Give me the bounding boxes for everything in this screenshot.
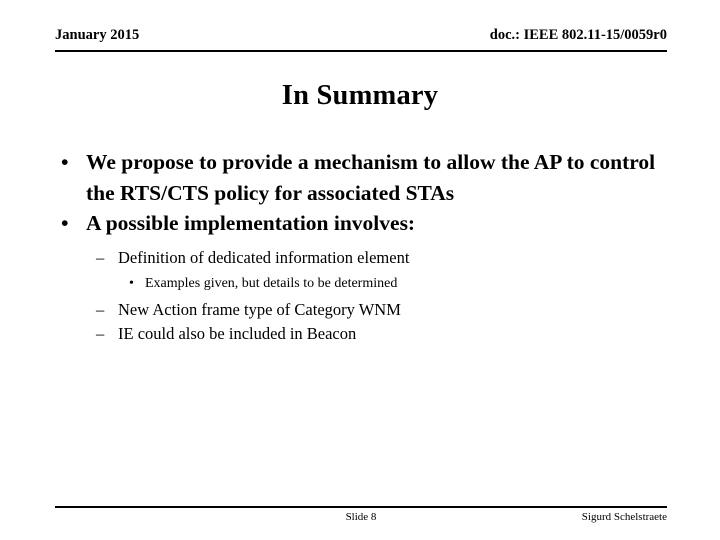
header-document-id: doc.: IEEE 802.11-15/0059r0 <box>489 27 667 43</box>
bullet-level1-propose: • We propose to provide a mechanism to a… <box>55 147 665 208</box>
bullet-level2-beacon-text: IE could also be included in Beacon <box>118 324 357 344</box>
footer-divider <box>55 506 667 508</box>
bullet-level2-beacon: – IE could also be included in Beacon <box>55 322 665 346</box>
bullet-level1-propose-text: We propose to provide a mechanism to all… <box>86 150 656 205</box>
bullet-level1-implementation-text: A possible implementation involves: <box>86 211 416 236</box>
header-date: January 2015 <box>55 27 140 43</box>
bullet-level2-action-frame-text: New Action frame type of Category WNM <box>118 300 401 320</box>
slide-body: • We propose to provide a mechanism to a… <box>55 147 665 346</box>
bullet-dot-icon: • <box>61 211 69 236</box>
bullet-level2-action-frame: – New Action frame type of Category WNM <box>55 298 665 322</box>
bullet-dash-icon: – <box>96 300 105 320</box>
slide-header: January 2015 doc.: IEEE 802.11-15/0059r0 <box>55 27 667 52</box>
header-row: January 2015 doc.: IEEE 802.11-15/0059r0 <box>55 27 667 44</box>
bullet-level3-examples-text: Examples given, but details to be determ… <box>145 276 398 292</box>
bullet-level1-implementation: • A possible implementation involves: <box>55 208 665 239</box>
page-title: In Summary <box>281 80 439 111</box>
slide-footer: Slide 8 Sigurd Schelstraete <box>55 510 667 528</box>
bullet-dash-icon: – <box>96 324 105 344</box>
slide: January 2015 doc.: IEEE 802.11-15/0059r0… <box>0 0 720 540</box>
bullet-dot-small-icon: • <box>129 276 134 292</box>
footer-author: Sigurd Schelstraete <box>581 511 667 523</box>
bullet-dot-icon: • <box>61 150 69 174</box>
bullet-level3-examples: • Examples given, but details to be dete… <box>55 273 665 294</box>
slide-number: Slide 8 <box>345 511 377 523</box>
bullet-level2-definition-text: Definition of dedicated information elem… <box>118 247 410 267</box>
bullet-dash-icon: – <box>96 247 105 267</box>
header-divider <box>55 50 667 52</box>
bullet-level2-definition: – Definition of dedicated information el… <box>55 246 665 270</box>
